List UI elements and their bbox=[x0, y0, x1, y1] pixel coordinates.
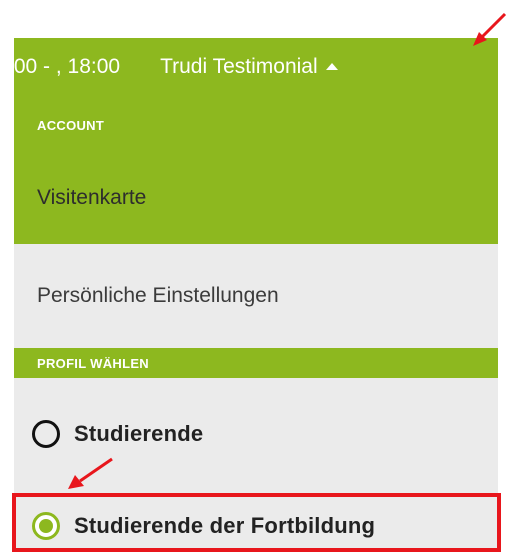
profile-option-label: Studierende bbox=[74, 421, 204, 446]
profile-option-label: Studierende der Fortbildung bbox=[74, 513, 376, 538]
profile-section-header: PROFIL WÄHLEN bbox=[14, 348, 498, 378]
caret-up-icon bbox=[325, 62, 338, 70]
profile-option-studierende-fortbildung[interactable]: Studierende der Fortbildung bbox=[32, 512, 375, 540]
menu-item-visitenkarte[interactable]: Visitenkarte bbox=[37, 186, 146, 210]
top-bar: :00 - , 18:00 Trudi Testimonial bbox=[14, 38, 498, 96]
radio-checked-icon[interactable] bbox=[32, 512, 60, 540]
radio-unchecked-icon[interactable] bbox=[32, 420, 60, 448]
account-section-label: ACCOUNT bbox=[37, 118, 105, 133]
radio-dot bbox=[39, 519, 53, 533]
account-section-header: ACCOUNT bbox=[14, 96, 498, 152]
profile-option-studierende[interactable]: Studierende bbox=[32, 420, 203, 448]
menu-item-persoenliche-einstellungen[interactable]: Persönliche Einstellungen bbox=[37, 284, 279, 308]
user-name: Trudi Testimonial bbox=[160, 55, 318, 78]
profile-section-label: PROFIL WÄHLEN bbox=[37, 355, 149, 371]
time-range: :00 - , 18:00 bbox=[14, 55, 121, 78]
user-menu-toggle[interactable]: Trudi Testimonial bbox=[160, 55, 338, 79]
